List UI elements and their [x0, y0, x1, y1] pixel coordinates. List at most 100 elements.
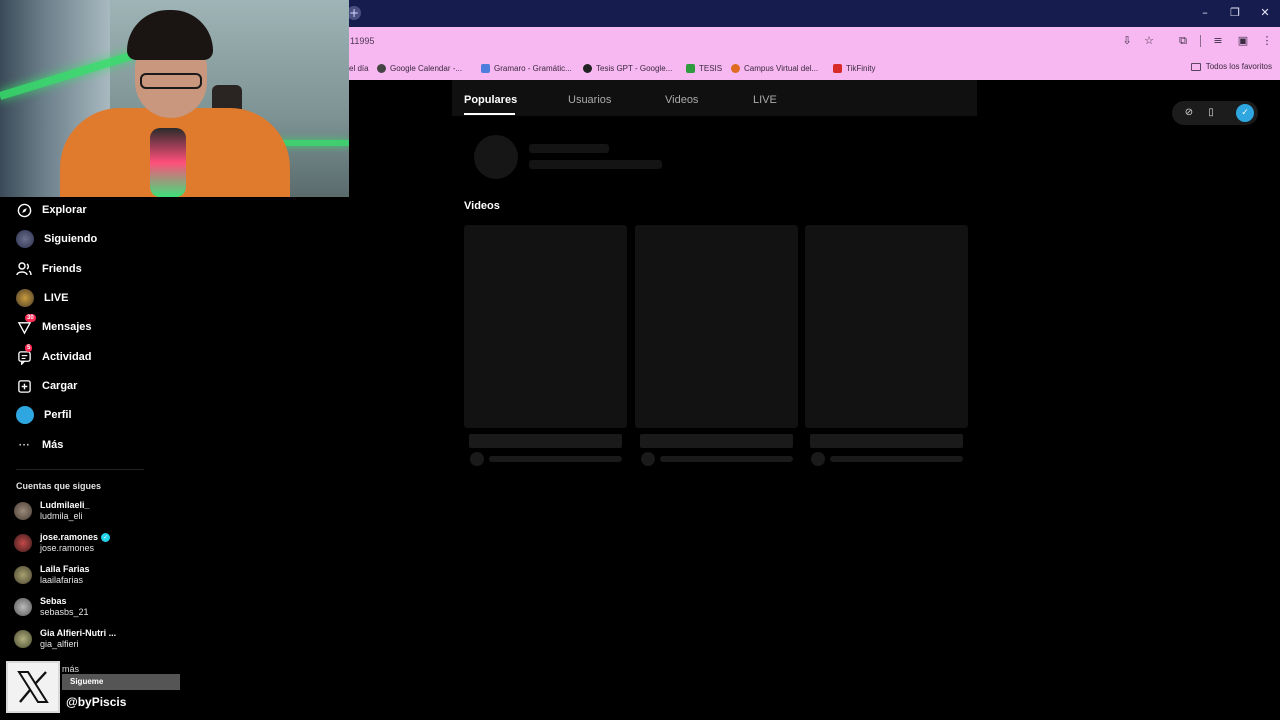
minimize-icon[interactable]: –: [1196, 5, 1214, 21]
skeleton-user-name: [529, 144, 609, 153]
profile-avatar: [16, 406, 34, 424]
tab-videos[interactable]: Videos: [665, 94, 698, 106]
restore-icon[interactable]: ❐: [1226, 5, 1244, 21]
tab-usuarios[interactable]: Usuarios: [568, 94, 611, 106]
extensions-icon[interactable]: ⧉: [1175, 33, 1191, 49]
messages-badge: 30: [25, 314, 36, 322]
phone-icon[interactable]: ▯: [1203, 105, 1219, 121]
skeleton-user-avatar: [474, 135, 518, 179]
webcam-hair: [127, 10, 213, 60]
avatar: [14, 630, 32, 648]
folder-icon: [1190, 62, 1201, 71]
account-username: sebasbs_21: [40, 607, 89, 617]
skeleton-video-card: [635, 225, 798, 428]
following-account[interactable]: Ludmilaeli_ ludmila_eli: [14, 498, 90, 524]
account-username: ludmila_eli: [40, 511, 83, 521]
bookmark-item[interactable]: Gramaro - Gramátic...: [481, 62, 572, 74]
media-icon[interactable]: ≡: [1210, 33, 1226, 49]
star-icon[interactable]: ☆: [1141, 33, 1157, 49]
address-bar[interactable]: 11995: [350, 36, 374, 46]
friends-icon: [16, 261, 32, 277]
bookmark-item[interactable]: Campus Virtual del...: [731, 62, 818, 74]
skeleton-author-name: [489, 456, 622, 462]
skeleton-caption: [640, 434, 793, 448]
skeleton-author-avatar: [641, 452, 655, 466]
avatar: [14, 534, 32, 552]
install-icon[interactable]: ⇩: [1119, 33, 1135, 49]
bookmark-item[interactable]: el día: [349, 62, 369, 74]
coin-icon[interactable]: ⊘: [1181, 105, 1197, 121]
nav-mensajes[interactable]: 30 Mensajes: [16, 314, 92, 338]
nav-friends[interactable]: Friends: [16, 258, 82, 280]
nav-label: Cargar: [42, 380, 78, 392]
following-account[interactable]: Gia Alfieri-Nutri ... gia_alfieri: [14, 626, 116, 652]
account-username: gia_alfieri: [40, 639, 79, 649]
following-account[interactable]: jose.ramones ✓ jose.ramones: [14, 530, 111, 556]
profile-icon[interactable]: ▣: [1235, 33, 1251, 49]
x-logo: [6, 661, 60, 713]
following-title: Cuentas que sigues: [16, 481, 102, 491]
nav-siguiendo[interactable]: Siguiendo: [16, 228, 97, 250]
nav-label: Friends: [42, 263, 82, 275]
activity-icon: 5: [16, 344, 33, 365]
search-tabs-bar: [452, 80, 977, 116]
nav-cargar[interactable]: Cargar: [16, 375, 77, 397]
bookmark-label: Google Calendar -...: [390, 63, 463, 73]
bookmark-label: TikFinity: [846, 63, 876, 73]
videos-section-title: Videos: [464, 200, 500, 212]
new-tab-icon[interactable]: +: [347, 6, 361, 20]
account-avatar[interactable]: ✓: [1236, 104, 1254, 122]
social-handle: @byPiscis: [66, 695, 127, 709]
skeleton-author-name: [660, 456, 793, 462]
skeleton-author-avatar: [470, 452, 484, 466]
close-icon[interactable]: ✕: [1256, 5, 1274, 21]
webcam-overlay: [0, 0, 349, 197]
nav-label: LIVE: [44, 292, 69, 304]
nav-live[interactable]: LIVE: [16, 287, 68, 309]
bookmark-label: Tesis GPT - Google...: [596, 63, 673, 73]
toolbar-divider: [1200, 35, 1201, 47]
account-name: Gia Alfieri-Nutri ...: [40, 628, 117, 638]
all-favorites-label: Todos los favoritos: [1205, 62, 1272, 71]
messages-icon: 30: [16, 314, 36, 335]
nav-perfil[interactable]: Perfil: [16, 404, 72, 426]
bookmark-label: Campus Virtual del...: [744, 63, 819, 73]
menu-icon[interactable]: ⋮: [1259, 33, 1275, 49]
bookmark-item[interactable]: TikFinity: [833, 62, 875, 74]
account-username: laailafarias: [40, 575, 84, 585]
nav-label: Perfil: [44, 409, 72, 421]
skeleton-user-meta: [529, 160, 662, 169]
drive-icon: [686, 63, 695, 73]
skeleton-author-avatar: [811, 452, 825, 466]
following-avatar: [16, 230, 34, 248]
nav-mas[interactable]: ··· Más: [16, 434, 63, 456]
bookmark-item[interactable]: TESIS: [686, 62, 722, 74]
skeleton-video-card: [805, 225, 968, 428]
following-account[interactable]: Sebas sebasbs_21: [14, 594, 89, 620]
nav-actividad[interactable]: 5 Actividad: [16, 344, 92, 368]
bookmark-label: Gramaro - Gramátic...: [494, 63, 572, 73]
skeleton-video-card: [464, 225, 627, 428]
bookmark-label: TESIS: [699, 63, 723, 73]
skeleton-caption: [469, 434, 622, 448]
account-name: Ludmilaeli_: [40, 500, 90, 510]
avatar: [14, 598, 32, 616]
account-username: jose.ramones: [40, 543, 95, 553]
following-account[interactable]: Laila Farias laailafarias: [14, 562, 90, 588]
active-tab-indicator: [464, 113, 515, 115]
all-favorites[interactable]: Todos los favoritos: [1190, 62, 1272, 71]
nav-label: Mensajes: [42, 321, 92, 333]
avatar: [14, 566, 32, 584]
tab-live[interactable]: LIVE: [753, 94, 777, 106]
bookmark-item[interactable]: Tesis GPT - Google...: [583, 62, 672, 74]
nav-label: Más: [42, 439, 64, 451]
nav-explorar[interactable]: Explorar: [16, 199, 87, 221]
tab-populares[interactable]: Populares: [464, 94, 517, 106]
see-more-link[interactable]: más: [62, 664, 79, 674]
compass-icon: [16, 202, 32, 218]
bookmark-item[interactable]: Google Calendar -...: [377, 62, 462, 74]
webcam-glasses: [140, 73, 202, 89]
bookmark-label: el día: [349, 63, 369, 73]
nav-label: Explorar: [42, 204, 87, 216]
sidebar-divider: [16, 469, 144, 470]
